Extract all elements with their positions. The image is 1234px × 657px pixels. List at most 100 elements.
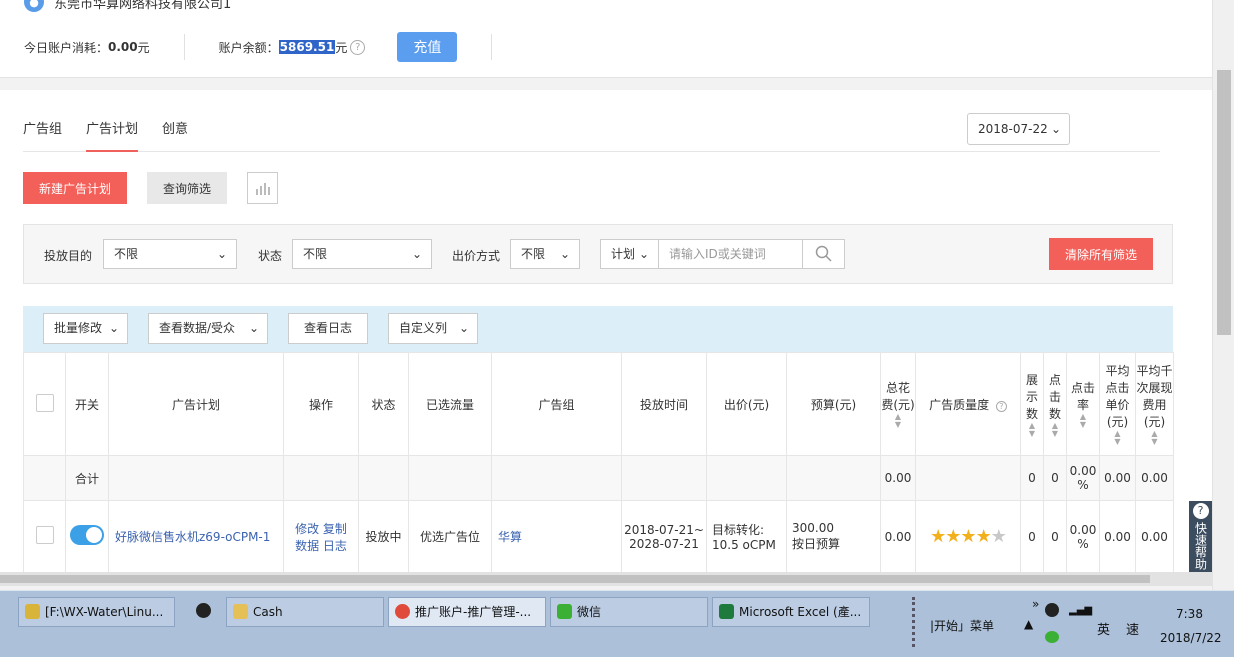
bid-select[interactable]: 不限 ⌄: [510, 239, 580, 269]
excel-icon: [719, 604, 734, 619]
chevron-down-icon: ⌄: [559, 247, 570, 261]
col-cpm[interactable]: 平均千次展现费用(元) ▲ ▼: [1135, 352, 1174, 456]
task-label: [F:\WX-Water\Linu...: [45, 605, 164, 619]
search-button[interactable]: [803, 239, 845, 269]
row-traffic: 优选广告位: [408, 500, 492, 572]
query-filter-button[interactable]: 查询筛选: [147, 172, 227, 204]
edit-link[interactable]: 修改: [295, 522, 319, 536]
plan-name-link[interactable]: 好脉微信售水机z69-oCPM-1: [115, 530, 270, 544]
recharge-button[interactable]: 充值: [397, 32, 458, 62]
status-select[interactable]: 不限 ⌄: [292, 239, 432, 269]
wechat-icon[interactable]: [1045, 631, 1059, 643]
campaign-table: 开关 广告计划 操作 状态 已选流量 广告组 投放时间 出价(元) 预算(元) …: [23, 352, 1174, 572]
select-all-checkbox[interactable]: [35, 393, 54, 412]
search-input[interactable]: 请输入ID或关键词: [659, 239, 803, 269]
row-checkbox[interactable]: [35, 526, 54, 544]
bid-value: 不限: [521, 247, 546, 261]
copy-link[interactable]: 复制: [323, 522, 347, 536]
clear-filters-button[interactable]: 清除所有筛选: [1049, 238, 1153, 270]
toolbar-grip[interactable]: [912, 597, 915, 647]
batch-edit-label: 批量修改: [54, 321, 103, 335]
today-spend-label: 今日账户消耗：: [24, 40, 109, 55]
expand-tray-icon[interactable]: »: [1032, 597, 1039, 611]
question-icon[interactable]: ?: [995, 400, 1007, 412]
show-hidden-icons[interactable]: ▲: [1024, 617, 1033, 631]
task-label: Microsoft Excel (產...: [739, 605, 862, 619]
qq-icon[interactable]: [1045, 603, 1059, 617]
col-ctr[interactable]: 点击率 ▲ ▼: [1066, 352, 1100, 456]
select-all-cell[interactable]: [23, 352, 66, 456]
row-cpm: 0.00: [1135, 500, 1174, 572]
col-impressions-label: 展示数: [1025, 372, 1038, 421]
folder-icon: [233, 604, 248, 619]
search-scope-select[interactable]: 计划 ⌄: [600, 239, 659, 269]
chrome-icon: [395, 604, 410, 619]
tab-ad-group[interactable]: 广告组: [23, 116, 62, 152]
budget-type: 按日预算: [792, 537, 841, 551]
ime-lang[interactable]: 英: [1097, 619, 1110, 638]
log-link[interactable]: 日志: [323, 539, 347, 553]
sort-icon[interactable]: ▲ ▼: [1044, 421, 1066, 438]
quick-help-tab[interactable]: ? 快速帮助: [1189, 501, 1212, 572]
sort-icon[interactable]: ▲ ▼: [1136, 430, 1173, 446]
taskbar-item-qq[interactable]: [190, 597, 216, 627]
sort-icon[interactable]: ▲ ▼: [1100, 430, 1135, 446]
scrollbar-thumb[interactable]: [0, 575, 1150, 583]
summary-cpm: 0.00: [1135, 455, 1174, 501]
ime-speed[interactable]: 速: [1126, 619, 1139, 638]
row-ctr: 0.00 %: [1066, 500, 1100, 572]
chart-button[interactable]: [247, 172, 278, 204]
taskbar-item-excel[interactable]: Microsoft Excel (產...: [712, 597, 870, 627]
col-time: 投放时间: [621, 352, 707, 456]
tab-creative[interactable]: 创意: [162, 116, 188, 152]
time-end: 2028-07-21: [629, 536, 699, 551]
balance-label: 账户余额：: [218, 40, 279, 55]
account-stats: 今日账户消耗： 0.00 元 账户余额： 5869.51 元 ? 充值: [24, 32, 526, 62]
today-spend-unit: 元: [137, 40, 150, 55]
today-spend-value: 0.00: [108, 40, 138, 54]
custom-columns-dropdown[interactable]: 自定义列 ⌄: [388, 313, 478, 344]
clock-time[interactable]: 7:38: [1176, 607, 1203, 621]
chevron-down-icon: ⌄: [108, 321, 119, 335]
table-header: 开关 广告计划 操作 状态 已选流量 广告组 投放时间 出价(元) 预算(元) …: [23, 352, 1174, 456]
company-header: ● 东莞市华算网络科技有限公司1: [24, 0, 231, 12]
vertical-scrollbar[interactable]: [1212, 0, 1234, 590]
quality-stars: ★★★★★: [930, 526, 1007, 547]
summary-row: 合计 0.00 0 0 0.00 % 0.00 0.00: [23, 455, 1174, 501]
taskbar-item-chrome[interactable]: 推广账户-推广管理-...: [388, 597, 546, 627]
question-icon[interactable]: ?: [350, 39, 366, 55]
scrollbar-thumb[interactable]: [1217, 70, 1231, 335]
sort-icon[interactable]: ▲ ▼: [881, 413, 915, 429]
taskbar-item-folder[interactable]: [F:\WX-Water\Linu...: [18, 597, 175, 627]
tab-ad-plan[interactable]: 广告计划: [86, 116, 139, 152]
col-clicks[interactable]: 点击数 ▲ ▼: [1043, 352, 1067, 456]
col-impressions[interactable]: 展示数 ▲ ▼: [1020, 352, 1044, 456]
new-plan-button[interactable]: 新建广告计划: [23, 172, 127, 204]
balance-unit: 元: [335, 40, 348, 55]
col-cost[interactable]: 总花费(元) ▲ ▼: [880, 352, 916, 456]
row-clicks: 0: [1043, 500, 1067, 572]
divider: [491, 34, 493, 60]
view-log-button[interactable]: 查看日志: [288, 313, 368, 344]
data-link[interactable]: 数据: [295, 539, 319, 553]
batch-edit-dropdown[interactable]: 批量修改 ⌄: [43, 313, 128, 344]
group-link[interactable]: 华算: [498, 530, 522, 544]
chevron-down-icon: ⌄: [638, 247, 649, 261]
col-bid: 出价(元): [706, 352, 787, 456]
task-label: 微信: [577, 605, 602, 619]
taskbar-item-wechat[interactable]: 微信: [550, 597, 708, 627]
balance-value[interactable]: 5869.51: [278, 40, 336, 54]
start-menu-label[interactable]: |开始」菜单: [930, 617, 994, 634]
goal-select[interactable]: 不限 ⌄: [103, 239, 237, 269]
signal-icon[interactable]: ▂▄▆: [1069, 605, 1092, 616]
view-data-dropdown[interactable]: 查看数据/受众 ⌄: [148, 313, 268, 344]
date-value: 2018-07-22: [978, 122, 1048, 136]
plan-toggle-switch[interactable]: [70, 525, 104, 545]
horizontal-scrollbar[interactable]: [0, 572, 1212, 586]
taskbar-item-cash[interactable]: Cash: [226, 597, 384, 627]
clock-date[interactable]: 2018/7/22: [1160, 631, 1222, 645]
sort-icon[interactable]: ▲ ▼: [1067, 413, 1099, 429]
date-picker[interactable]: 2018-07-22 ⌄: [967, 113, 1070, 145]
col-cpc[interactable]: 平均点击单价(元) ▲ ▼: [1099, 352, 1136, 456]
sort-icon[interactable]: ▲ ▼: [1021, 421, 1043, 438]
